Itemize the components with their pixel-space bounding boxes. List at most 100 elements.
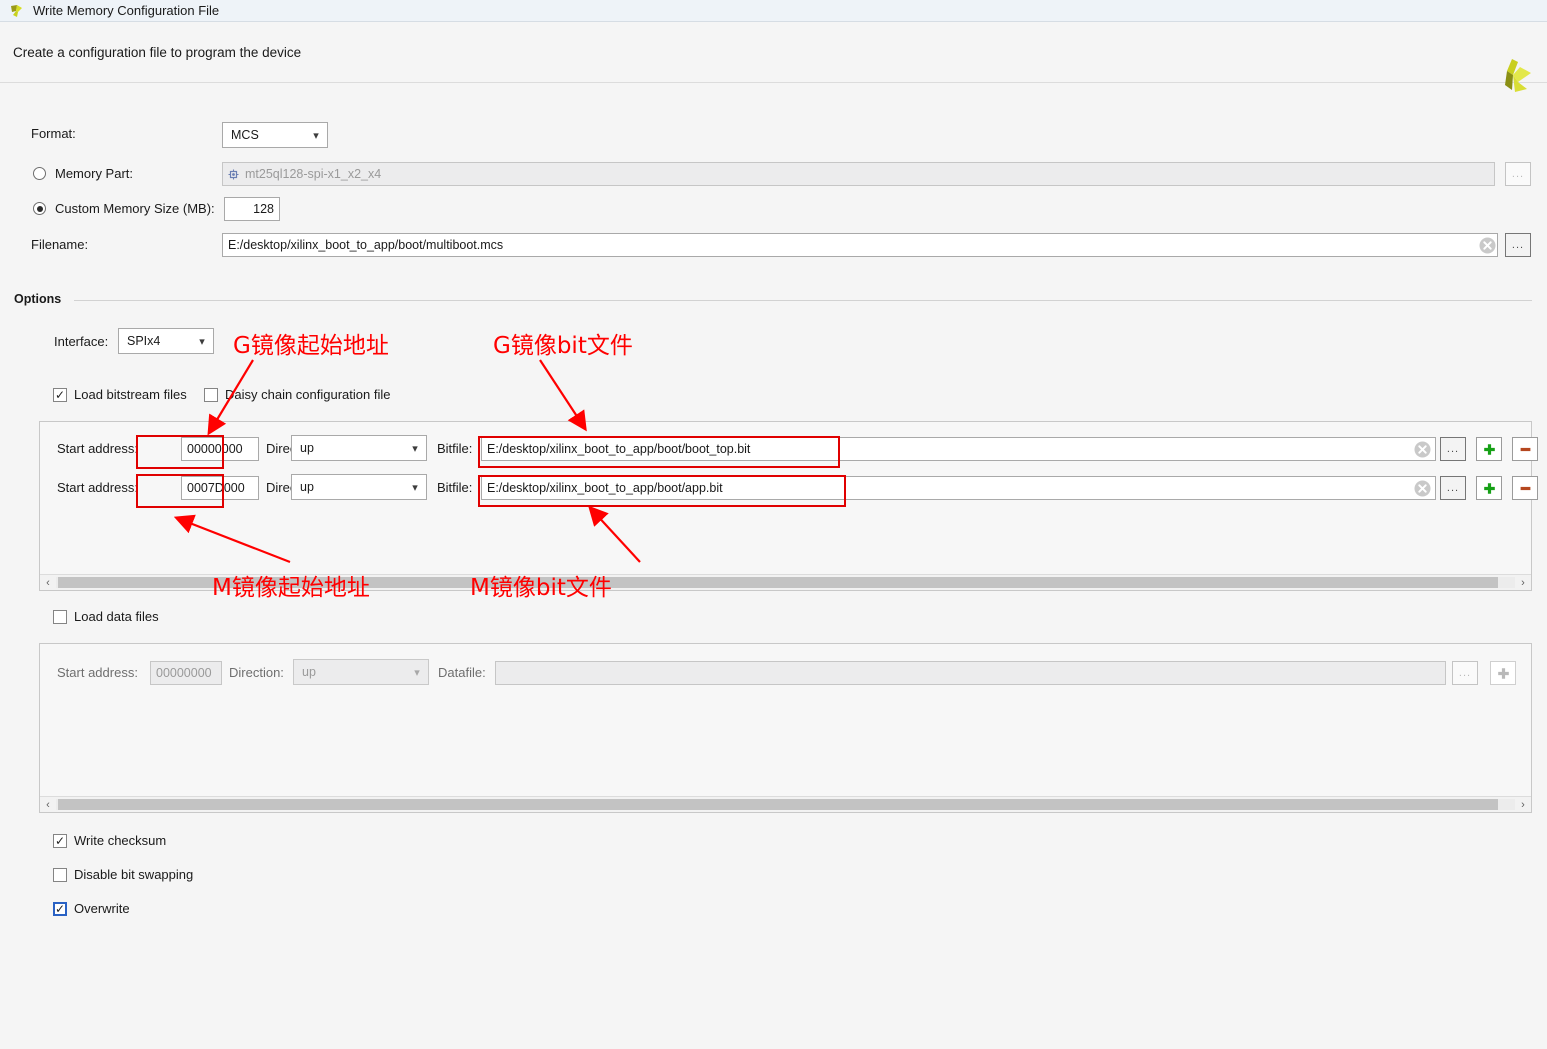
- interface-select-value: SPIx4: [127, 334, 161, 348]
- format-label: Format:: [31, 126, 76, 141]
- annotation-label-g-bit-file: G镜像bit文件: [493, 333, 633, 359]
- filename-browse-button[interactable]: ...: [1505, 233, 1531, 257]
- write-checksum-label: Write checksum: [74, 833, 167, 848]
- data-panel-hscrollbar[interactable]: ‹ ›: [40, 796, 1531, 812]
- memory-part-label: Memory Part:: [55, 166, 134, 181]
- annotation-label-g-start-address: G镜像起始地址: [233, 333, 389, 359]
- bitstream-browse-button-0[interactable]: ...: [1440, 437, 1466, 461]
- datafile-direction-label: Direction:: [229, 665, 284, 680]
- plus-icon: [1497, 667, 1509, 679]
- format-select-value: MCS: [231, 128, 259, 142]
- options-group-label: Options: [14, 292, 62, 306]
- chevron-down-icon: ▾: [412, 481, 418, 494]
- bitstream-row: Start address:: [57, 441, 138, 456]
- bitstream-file-input-1[interactable]: E:/desktop/xilinx_boot_to_app/boot/app.b…: [481, 476, 1436, 500]
- datafile-start-address-label: Start address:: [57, 665, 138, 680]
- minus-icon: [1520, 486, 1530, 490]
- bitstream-panel-hscrollbar[interactable]: ‹ ›: [40, 574, 1531, 590]
- datafile-file-label: Datafile:: [438, 665, 486, 680]
- custom-memory-size-row[interactable]: Custom Memory Size (MB):: [33, 201, 215, 216]
- datafile-add-row-button: [1490, 661, 1516, 685]
- options-group-divider: [74, 300, 1532, 301]
- plus-icon: [1483, 443, 1495, 455]
- bitstream-clear-icon-0[interactable]: [1411, 438, 1433, 460]
- bitstream-direction-select-0[interactable]: up ▾: [291, 435, 427, 461]
- bitstream-remove-row-button-1[interactable]: [1512, 476, 1538, 500]
- bitstream-file-label-0: Bitfile:: [437, 441, 473, 456]
- plus-icon: [1483, 482, 1495, 494]
- bitstream-add-row-button-1[interactable]: [1476, 476, 1502, 500]
- bitstream-file-label-row-1: Bitfile:: [437, 480, 472, 495]
- memory-chip-icon: [228, 169, 239, 180]
- scroll-left-icon[interactable]: ‹: [40, 577, 56, 589]
- filename-label: Filename:: [31, 237, 89, 252]
- scroll-right-icon[interactable]: ›: [1515, 577, 1531, 589]
- load-data-files-checkbox-row[interactable]: ✓ Load data files: [53, 609, 159, 624]
- dialog-header: Create a configuration file to program t…: [0, 23, 1547, 92]
- daisy-chain-checkbox[interactable]: ✓: [204, 387, 218, 402]
- write-checksum-checkbox-row[interactable]: ✓ Write checksum: [53, 833, 166, 848]
- bitstream-start-address-label-1: Start address:: [57, 480, 138, 495]
- scroll-right-icon[interactable]: ›: [1515, 799, 1531, 811]
- load-bitstream-files-label: Load bitstream files: [74, 387, 187, 402]
- bitstream-direction-value-0: up: [300, 441, 314, 455]
- datafile-direction-select: up ▾: [293, 659, 429, 685]
- bitstream-browse-button-1[interactable]: ...: [1440, 476, 1466, 500]
- memory-part-value: mt25ql128-spi-x1_x2_x4: [245, 167, 382, 181]
- datafile-direction-label-row: Direction:: [229, 665, 284, 680]
- memory-part-browse-button: ...: [1505, 162, 1531, 186]
- bitstream-direction-select-1[interactable]: up ▾: [291, 474, 427, 500]
- interface-label: Interface:: [54, 334, 109, 349]
- chevron-down-icon: ▾: [313, 129, 319, 142]
- load-bitstream-files-checkbox-row[interactable]: ✓ Load bitstream files: [53, 387, 187, 402]
- bitstream-start-address-input-1[interactable]: 0007D000: [181, 476, 259, 500]
- load-data-files-label: Load data files: [74, 609, 159, 624]
- bitstream-scroll-thumb[interactable]: [58, 577, 1498, 588]
- vivado-logo-icon: [10, 4, 24, 18]
- write-memory-configuration-dialog: Write Memory Configuration File Create a…: [0, 0, 1547, 1049]
- custom-memory-size-label: Custom Memory Size (MB):: [55, 201, 215, 216]
- load-bitstream-files-checkbox[interactable]: ✓: [53, 387, 67, 402]
- chevron-down-icon: ▾: [412, 442, 418, 455]
- bitstream-clear-icon-1[interactable]: [1411, 477, 1433, 499]
- load-data-files-checkbox[interactable]: ✓: [53, 609, 67, 624]
- datafile-start-address-label-row: Start address:: [57, 665, 138, 680]
- datafile-start-address-input: 00000000: [150, 661, 222, 685]
- datafile-browse-button: ...: [1452, 661, 1478, 685]
- dialog-footer: ? OK Cancel CSDN @90707: [0, 1006, 1547, 1049]
- filename-input[interactable]: E:/desktop/xilinx_boot_to_app/boot/multi…: [222, 233, 1498, 257]
- write-checksum-checkbox[interactable]: ✓: [53, 833, 67, 848]
- interface-select[interactable]: SPIx4 ▾: [118, 328, 214, 354]
- vivado-brand-logo-icon: [1487, 57, 1533, 101]
- datafile-direction-value: up: [302, 665, 316, 679]
- bitstream-add-row-button-0[interactable]: [1476, 437, 1502, 461]
- custom-memory-size-radio[interactable]: [33, 202, 46, 215]
- bitstream-file-label-row-0: Bitfile:: [437, 441, 472, 456]
- format-field-group: Format:: [31, 126, 76, 141]
- bitstream-start-address-input-0[interactable]: 00000000: [181, 437, 259, 461]
- disable-bit-swapping-label: Disable bit swapping: [74, 867, 194, 882]
- bitstream-files-panel: Start address: 00000000 Direction: up ▾ …: [39, 421, 1538, 591]
- disable-bit-swapping-checkbox[interactable]: ✓: [53, 867, 67, 882]
- data-scroll-track[interactable]: [56, 799, 1515, 810]
- daisy-chain-label: Daisy chain configuration file: [225, 387, 391, 402]
- bitstream-remove-row-button-0[interactable]: [1512, 437, 1538, 461]
- memory-part-radio[interactable]: [33, 167, 46, 180]
- memory-part-field: mt25ql128-spi-x1_x2_x4: [222, 162, 1495, 186]
- bitstream-file-input-0[interactable]: E:/desktop/xilinx_boot_to_app/boot/boot_…: [481, 437, 1436, 461]
- bitstream-start-address-label-0: Start address:: [57, 441, 138, 456]
- bitstream-file-label-1: Bitfile:: [437, 480, 473, 495]
- command-bar: Command: format mcs -size 128 -interface…: [0, 962, 1547, 1006]
- daisy-chain-checkbox-row[interactable]: ✓ Daisy chain configuration file: [204, 387, 390, 402]
- filename-clear-icon[interactable]: [1476, 234, 1498, 256]
- bitstream-scroll-track[interactable]: [56, 577, 1515, 588]
- overwrite-checkbox[interactable]: ✓: [53, 901, 67, 916]
- memory-part-row[interactable]: Memory Part:: [33, 166, 133, 181]
- data-scroll-thumb[interactable]: [58, 799, 1498, 810]
- custom-memory-size-input[interactable]: 128: [224, 197, 280, 221]
- disable-bit-swapping-checkbox-row[interactable]: ✓ Disable bit swapping: [53, 867, 193, 882]
- interface-row: Interface:: [54, 334, 108, 349]
- format-select[interactable]: MCS ▾: [222, 122, 328, 148]
- overwrite-checkbox-row[interactable]: ✓ Overwrite: [53, 901, 130, 916]
- scroll-left-icon[interactable]: ‹: [40, 799, 56, 811]
